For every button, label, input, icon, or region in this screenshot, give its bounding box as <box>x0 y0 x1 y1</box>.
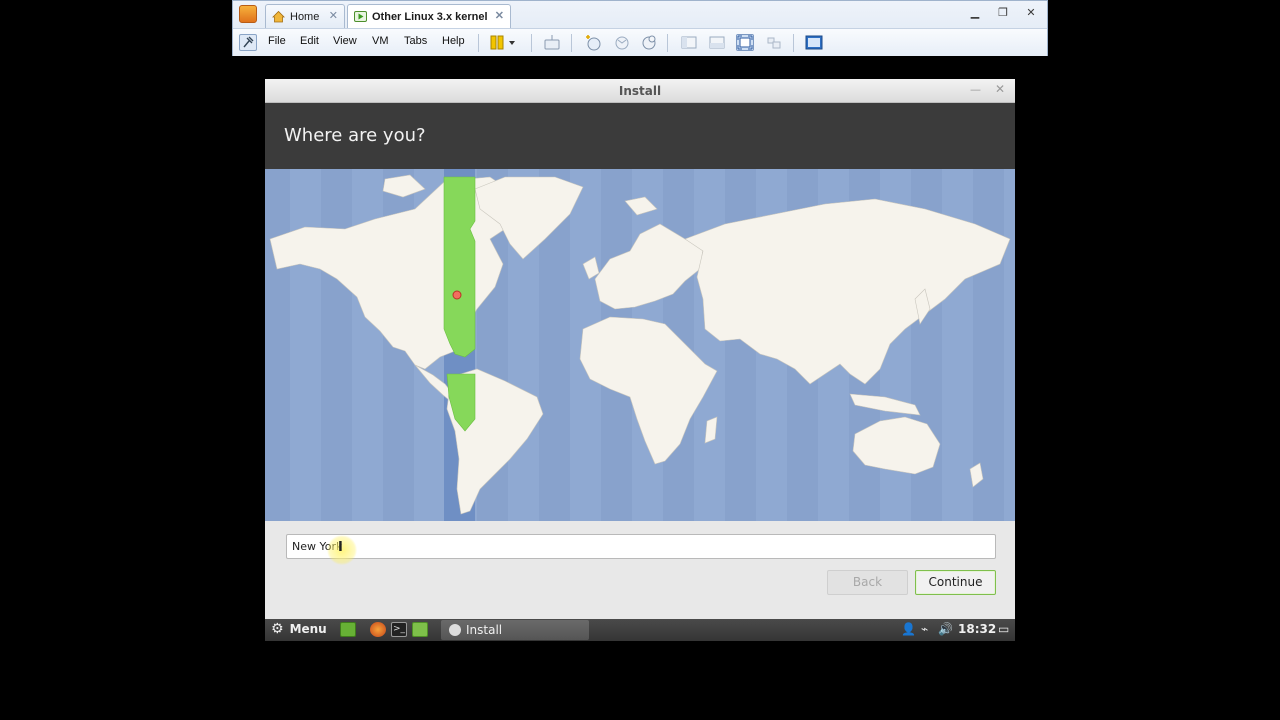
menu-vm[interactable]: VM <box>372 35 389 47</box>
tab-vm-label: Other Linux 3.x kernel <box>372 10 488 23</box>
toolbar-separator <box>667 34 668 52</box>
volume-icon[interactable]: 🔊 <box>938 622 953 636</box>
back-button[interactable]: Back <box>827 570 908 595</box>
fullscreen-icon[interactable] <box>736 34 754 51</box>
display-icon[interactable]: ▭ <box>998 622 1009 636</box>
vmware-window: Home ✕ Other Linux 3.x kernel ✕ ▁ ❐ ✕ Fi… <box>232 0 1048 56</box>
continents <box>269 174 1011 515</box>
console-view-icon[interactable] <box>680 34 698 51</box>
vmware-app-icon[interactable] <box>239 5 257 23</box>
page-title: Where are you? <box>284 125 426 146</box>
terminal-icon[interactable]: >_ <box>391 622 407 637</box>
send-keys-icon[interactable] <box>543 34 561 51</box>
start-menu-button[interactable]: ⚙ Menu <box>271 621 327 637</box>
installer-titlebar: Install — ✕ <box>265 79 1015 103</box>
home-icon <box>272 10 285 23</box>
menu-label: Menu <box>289 622 327 636</box>
show-desktop-icon[interactable] <box>340 622 356 637</box>
toolbar-separator <box>793 34 794 52</box>
restore-icon[interactable]: ❐ <box>995 6 1011 20</box>
unity-icon[interactable] <box>765 34 783 51</box>
view-icon[interactable] <box>805 34 823 51</box>
close-icon[interactable]: ✕ <box>995 82 1005 96</box>
close-icon[interactable]: ✕ <box>329 9 338 22</box>
selected-city-marker <box>452 290 462 300</box>
pause-icon[interactable] <box>489 34 515 51</box>
menu-view[interactable]: View <box>333 35 357 47</box>
menu-help[interactable]: Help <box>442 35 465 47</box>
vm-play-icon <box>354 10 367 23</box>
guest-screen: Install — ✕ Where are you? New York I Ba… <box>265 79 1015 641</box>
mint-panel: ⚙ Menu >_ Install 👤 ⌁ 🔊 18:32 ▭ <box>265 619 1015 641</box>
taskbar-item-install[interactable]: Install <box>441 620 589 640</box>
toolbar-separator <box>531 34 532 52</box>
installer-app-icon <box>449 624 461 636</box>
selected-timezone-land <box>443 176 476 432</box>
city-search-input[interactable] <box>286 534 996 559</box>
installer-header: Where are you? <box>265 103 1015 169</box>
text-cursor-icon: I <box>338 540 343 555</box>
close-window-icon[interactable]: ✕ <box>1023 6 1039 20</box>
menu-edit[interactable]: Edit <box>300 35 319 47</box>
minimize-icon[interactable]: — <box>970 83 981 96</box>
tab-home-label: Home <box>290 10 320 23</box>
firefox-icon[interactable] <box>370 622 386 637</box>
tab-home[interactable]: Home ✕ <box>265 4 345 28</box>
thumbnail-view-icon[interactable] <box>708 34 726 51</box>
snapshot-manager-icon[interactable] <box>640 34 658 51</box>
timezone-map[interactable] <box>265 169 1015 521</box>
clock[interactable]: 18:32 <box>958 622 996 636</box>
taskbar-item-label: Install <box>466 623 503 637</box>
revert-icon[interactable] <box>613 34 631 51</box>
installer-footer: I Back Continue <box>265 521 1015 619</box>
close-icon[interactable]: ✕ <box>495 9 504 22</box>
minimize-icon[interactable]: ▁ <box>967 6 983 20</box>
toolbar-separator <box>571 34 572 52</box>
gear-icon: ⚙ <box>271 621 284 637</box>
menu-tabs[interactable]: Tabs <box>404 35 427 47</box>
tab-vm[interactable]: Other Linux 3.x kernel ✕ <box>347 4 511 28</box>
snapshot-icon[interactable] <box>584 34 602 51</box>
toolbar-separator <box>478 34 479 52</box>
vmware-menu-bar: File Edit View VM Tabs Help <box>233 28 1047 56</box>
continue-button[interactable]: Continue <box>915 570 996 595</box>
pin-icon[interactable] <box>239 34 257 51</box>
network-icon[interactable]: ⌁ <box>921 622 928 636</box>
vmware-tab-bar: Home ✕ Other Linux 3.x kernel ✕ ▁ ❐ ✕ <box>233 1 1047 28</box>
folder-icon[interactable] <box>412 622 428 637</box>
window-title: Install <box>618 84 662 98</box>
menu-file[interactable]: File <box>268 35 286 47</box>
user-icon[interactable]: 👤 <box>901 622 916 636</box>
